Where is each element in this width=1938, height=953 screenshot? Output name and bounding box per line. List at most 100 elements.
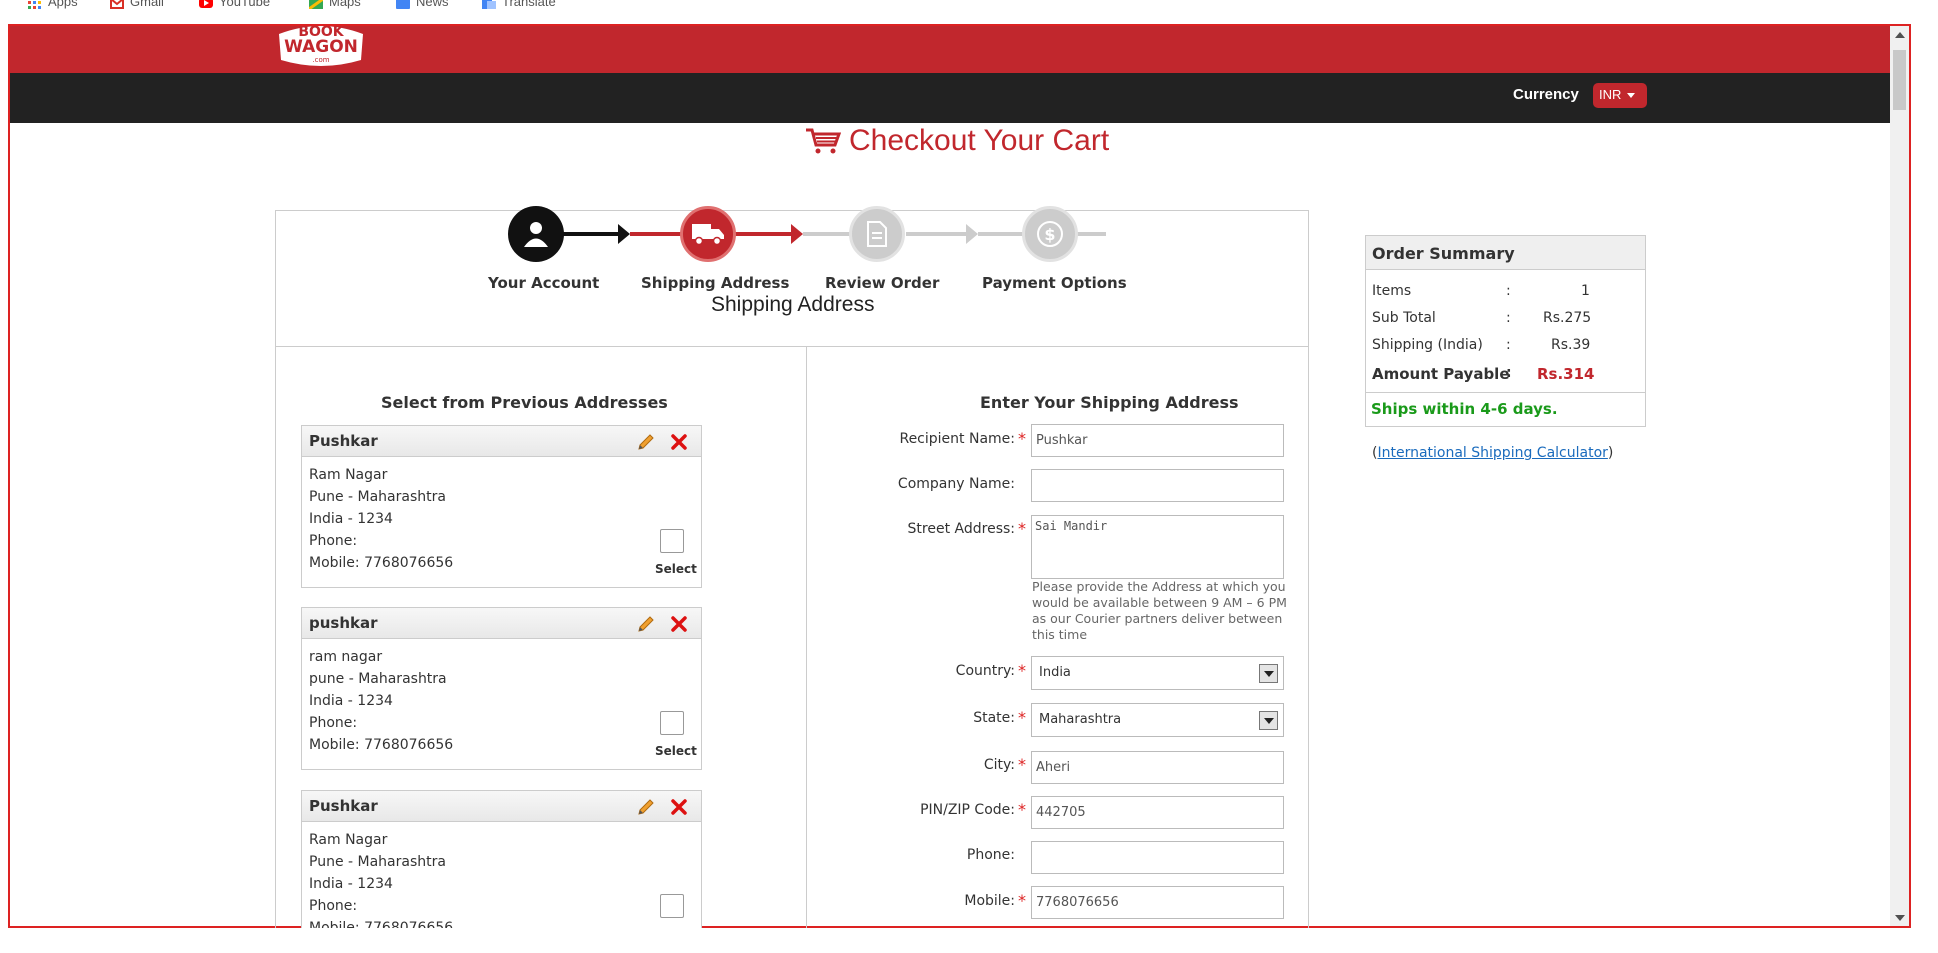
address-card: Pushkar Ram Nagar Pune - Maharashtra Ind…: [301, 425, 702, 588]
address-line: India - 1234: [309, 511, 393, 527]
address-body: Ram Nagar Pune - Maharashtra India - 123…: [302, 457, 701, 587]
bookmark-label: News: [416, 0, 449, 9]
step-label: Shipping Address: [641, 274, 790, 292]
delete-x-icon[interactable]: [670, 798, 688, 816]
company-name-input[interactable]: [1031, 469, 1284, 502]
document-icon: [867, 221, 887, 247]
step-connector: [906, 232, 969, 236]
bookmark-label: YouTube: [219, 0, 271, 9]
step-shipping-address[interactable]: [680, 206, 736, 262]
bookmark-label: Apps: [48, 0, 78, 9]
company-name-label: Company Name:: [897, 476, 1015, 492]
delete-x-icon[interactable]: [670, 433, 688, 451]
order-summary-panel: Order Summary: [1365, 235, 1646, 427]
arrow-right-icon: [966, 224, 978, 244]
bookmark-news[interactable]: News: [396, 0, 449, 9]
cart-icon: [806, 128, 841, 154]
page-title-text: Checkout Your Cart: [849, 124, 1110, 157]
section-title: Shipping Address: [711, 293, 875, 316]
bookmarks-bar: Apps Gmail YouTube Maps News Translate: [0, 0, 1938, 24]
shipping-calculator: (International Shipping Calculator): [1372, 445, 1613, 461]
step-review-order[interactable]: [849, 206, 905, 262]
required-mark: *: [1018, 800, 1026, 819]
address-name: Pushkar: [309, 432, 378, 450]
address-mobile: Mobile: 7768076656: [309, 737, 454, 753]
bookmark-youtube[interactable]: YouTube: [199, 0, 270, 9]
step-your-account[interactable]: [508, 206, 564, 262]
dropdown-arrow-icon[interactable]: [1259, 711, 1278, 730]
recipient-name-input[interactable]: Pushkar: [1031, 424, 1284, 457]
address-line: Ram Nagar: [309, 467, 388, 483]
bookmark-apps[interactable]: Apps: [28, 0, 78, 9]
select-address-checkbox[interactable]: [660, 529, 684, 553]
bookmark-label: Gmail: [130, 0, 164, 9]
shipping-form-heading: Enter Your Shipping Address: [980, 393, 1239, 412]
summary-colon: :: [1506, 283, 1511, 299]
recipient-name-label: Recipient Name:: [899, 431, 1015, 447]
scroll-thumb[interactable]: [1893, 50, 1906, 110]
step-connector: [1076, 232, 1106, 236]
step-connector: [563, 232, 622, 236]
bookmark-label: Translate: [502, 0, 556, 9]
bookmark-gmail[interactable]: Gmail: [110, 0, 164, 9]
required-mark: *: [1018, 519, 1026, 538]
maps-icon: [309, 0, 323, 9]
phone-input[interactable]: [1031, 841, 1284, 874]
required-mark: *: [1018, 661, 1026, 680]
step-label: Payment Options: [982, 274, 1127, 292]
address-name: Pushkar: [309, 797, 378, 815]
summary-shipping-value: Rs.39: [1551, 337, 1591, 353]
address-body: ram nagar pune - Maharashtra India - 123…: [302, 639, 701, 769]
city-input[interactable]: Aheri: [1031, 751, 1284, 784]
bookmark-translate[interactable]: Translate: [482, 0, 556, 9]
currency-dropdown[interactable]: INR: [1593, 83, 1647, 108]
summary-colon: :: [1506, 365, 1512, 381]
summary-payable-value: Rs.314: [1537, 365, 1595, 383]
bottom-strip: [0, 928, 1938, 953]
step-connector: [803, 232, 853, 236]
summary-items-label: Items: [1372, 283, 1412, 299]
pencil-edit-icon[interactable]: [636, 797, 656, 817]
scroll-up-arrow-icon[interactable]: [1895, 32, 1905, 38]
bookmark-maps[interactable]: Maps: [309, 0, 361, 9]
pencil-edit-icon[interactable]: [636, 614, 656, 634]
summary-payable-label: Amount Payable: [1372, 365, 1510, 383]
select-label: Select: [655, 562, 697, 576]
select-address-checkbox[interactable]: [660, 894, 684, 918]
currency-label: Currency: [1513, 86, 1579, 103]
divider: [275, 346, 1309, 347]
step-connector: [630, 232, 682, 236]
state-value: Maharashtra: [1039, 712, 1122, 727]
bookwagon-logo[interactable]: BOOK WAGON .com: [275, 24, 367, 70]
mobile-input[interactable]: 7768076656: [1031, 886, 1284, 919]
step-payment-options[interactable]: $: [1022, 206, 1078, 262]
address-line: Pune - Maharashtra: [309, 854, 446, 870]
address-card-header: Pushkar: [302, 426, 701, 457]
pin-code-input[interactable]: 442705: [1031, 796, 1284, 829]
step-label: Review Order: [825, 274, 940, 292]
bookmark-label: Maps: [329, 0, 361, 9]
step-label: Your Account: [488, 274, 600, 292]
street-address-textarea[interactable]: Sai Mandir: [1031, 515, 1284, 579]
vertical-scrollbar[interactable]: [1890, 26, 1909, 926]
dropdown-arrow-icon[interactable]: [1259, 664, 1278, 683]
ships-within-text: Ships within 4-6 days.: [1371, 400, 1558, 418]
delete-x-icon[interactable]: [670, 615, 688, 633]
scroll-down-arrow-icon[interactable]: [1895, 915, 1905, 921]
international-shipping-calculator-link[interactable]: International Shipping Calculator: [1377, 445, 1607, 461]
address-card-header: Pushkar: [302, 791, 701, 822]
pin-code-label: PIN/ZIP Code:: [920, 802, 1015, 818]
step-connector: [735, 232, 795, 236]
country-select[interactable]: India: [1031, 656, 1284, 690]
state-select[interactable]: Maharashtra: [1031, 703, 1284, 737]
street-address-label: Street Address:: [907, 521, 1015, 537]
address-card-header: pushkar: [302, 608, 701, 639]
svg-text:$: $: [1044, 225, 1055, 244]
summary-colon: :: [1506, 337, 1511, 353]
select-address-checkbox[interactable]: [660, 711, 684, 735]
pencil-edit-icon[interactable]: [636, 432, 656, 452]
address-name: pushkar: [309, 614, 378, 632]
address-line: India - 1234: [309, 693, 393, 709]
previous-addresses-heading: Select from Previous Addresses: [381, 393, 668, 412]
page-title: Checkout Your Cart: [805, 124, 1109, 158]
